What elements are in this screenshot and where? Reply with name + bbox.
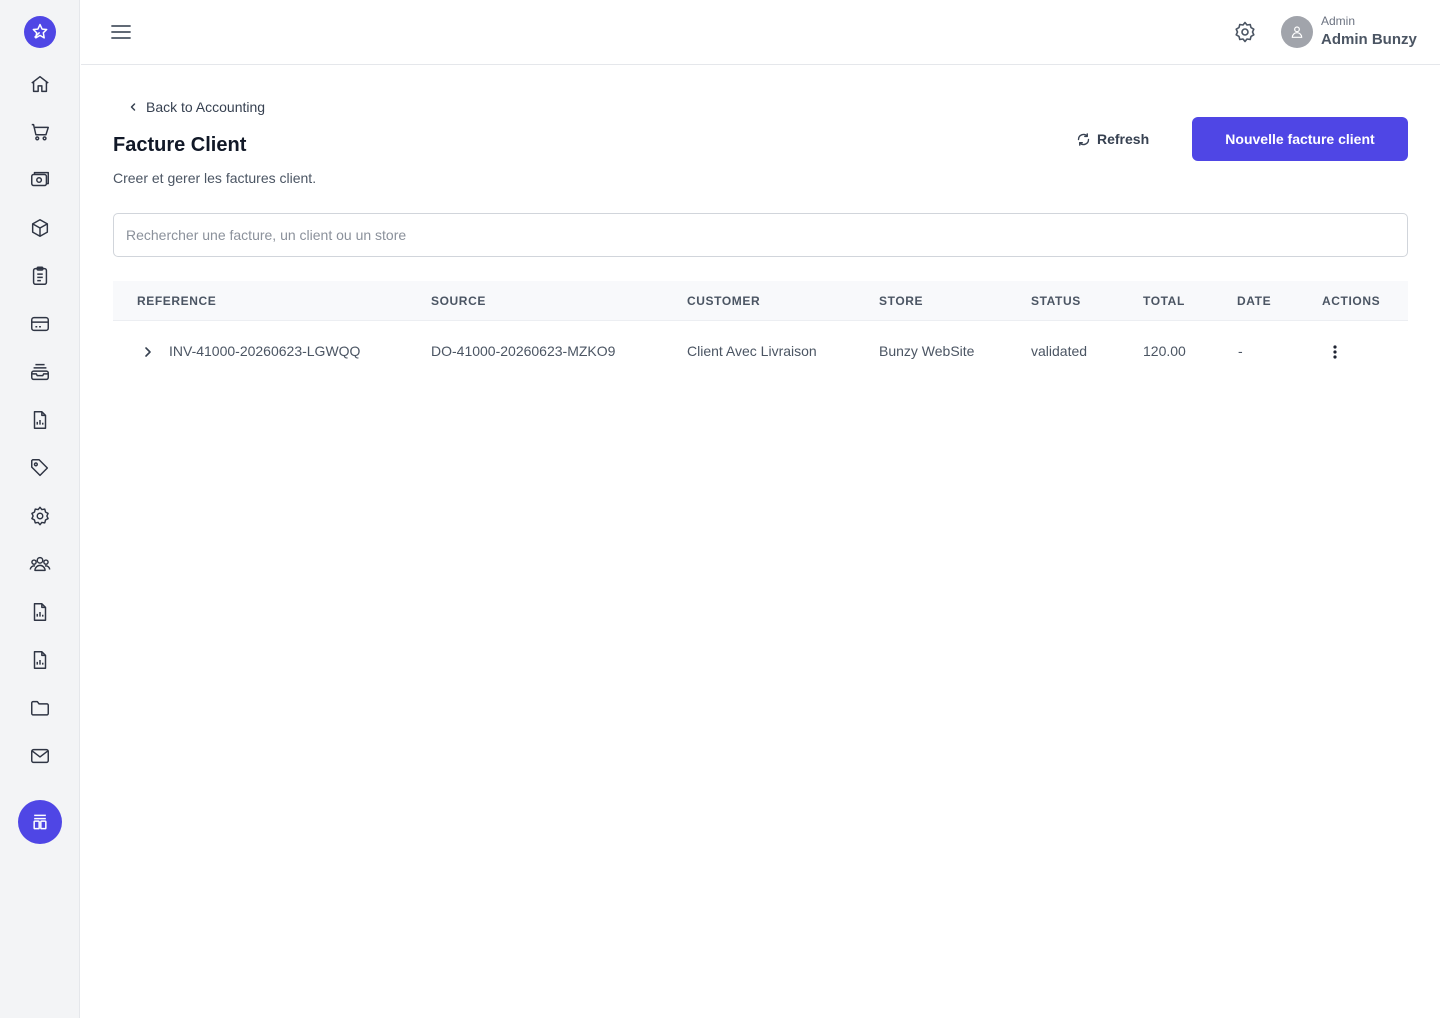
sidebar-item-mail[interactable] (24, 740, 56, 772)
sidebar-item-reports-1[interactable] (24, 404, 56, 436)
users-icon (29, 556, 51, 572)
table-header: REFERENCE SOURCE CUSTOMER STORE STATUS T… (113, 281, 1408, 321)
column-header-date: DATE (1237, 294, 1272, 308)
sidebar-item-reports-3[interactable] (24, 644, 56, 676)
camera-icon (31, 171, 49, 187)
user-name-label[interactable]: Admin Bunzy (1321, 31, 1417, 48)
back-link-label: Back to Accounting (146, 99, 266, 115)
settings-gear-icon[interactable] (1233, 20, 1257, 44)
layout-switch-button[interactable] (18, 800, 62, 844)
cell-store: Bunzy WebSite (879, 343, 975, 359)
folder-icon (31, 700, 49, 716)
chevron-right-icon[interactable] (141, 345, 155, 359)
search-input[interactable] (113, 213, 1408, 257)
report-icon (33, 411, 47, 429)
column-header-status: STATUS (1031, 294, 1081, 308)
refresh-label: Refresh (1097, 131, 1150, 147)
back-to-accounting-link[interactable]: Back to Accounting (128, 99, 265, 115)
card-icon (31, 316, 49, 332)
column-header-total: TOTAL (1143, 294, 1185, 308)
column-header-source: SOURCE (431, 294, 486, 308)
clipboard-icon (32, 266, 48, 285)
cell-total: 120.00 (1143, 343, 1186, 359)
sidebar (0, 0, 80, 1018)
hamburger-menu-icon[interactable] (109, 20, 133, 44)
page-title: Facture Client (113, 134, 247, 156)
user-icon (1291, 26, 1303, 38)
home-icon (31, 75, 49, 93)
page-subtitle: Creer et gerer les factures client. (113, 170, 317, 186)
sidebar-item-reports-2[interactable] (24, 596, 56, 628)
report-icon (33, 603, 47, 621)
cell-date: - (1238, 343, 1243, 359)
cart-icon (31, 123, 49, 141)
sidebar-item-payments[interactable] (24, 308, 56, 340)
column-header-reference: REFERENCE (137, 294, 217, 308)
table-row[interactable]: INV-41000-20260623-LGWQQ DO-41000-202606… (113, 321, 1408, 381)
report-icon (33, 651, 47, 669)
top-bar: Admin Admin Bunzy (81, 0, 1440, 65)
inbox-icon (31, 363, 49, 381)
sidebar-item-orders[interactable] (24, 260, 56, 292)
mail-icon (31, 748, 49, 764)
layout-icon (33, 814, 47, 830)
column-header-actions: ACTIONS (1322, 294, 1381, 308)
new-invoice-button[interactable]: Nouvelle facture client (1192, 117, 1408, 161)
sidebar-item-inventory[interactable] (24, 356, 56, 388)
user-role-label: Admin (1321, 14, 1356, 28)
sidebar-item-tags[interactable] (24, 452, 56, 484)
refresh-button[interactable]: Refresh (1076, 128, 1149, 150)
app-logo-icon[interactable] (24, 16, 56, 48)
settings-icon (31, 506, 49, 526)
sidebar-item-settings[interactable] (24, 500, 56, 532)
sidebar-item-users[interactable] (24, 548, 56, 580)
cell-reference: INV-41000-20260623-LGWQQ (169, 343, 361, 359)
cell-source: DO-41000-20260623-MZKO9 (431, 343, 616, 359)
cell-customer: Client Avec Livraison (687, 343, 817, 359)
invoice-table: REFERENCE SOURCE CUSTOMER STORE STATUS T… (113, 281, 1408, 381)
box-icon (31, 219, 49, 237)
chevron-left-icon (130, 103, 136, 111)
tag-icon (31, 459, 49, 477)
row-actions-kebab-icon[interactable] (1325, 342, 1345, 362)
sidebar-item-files[interactable] (24, 692, 56, 724)
avatar[interactable] (1281, 16, 1313, 48)
sidebar-item-products[interactable] (24, 212, 56, 244)
refresh-icon (1077, 132, 1090, 146)
column-header-customer: CUSTOMER (687, 294, 761, 308)
cell-status: validated (1031, 343, 1088, 359)
sidebar-item-home[interactable] (24, 68, 56, 100)
sidebar-item-cash[interactable] (24, 164, 56, 196)
sidebar-item-cart[interactable] (24, 116, 56, 148)
column-header-store: STORE (879, 294, 924, 308)
